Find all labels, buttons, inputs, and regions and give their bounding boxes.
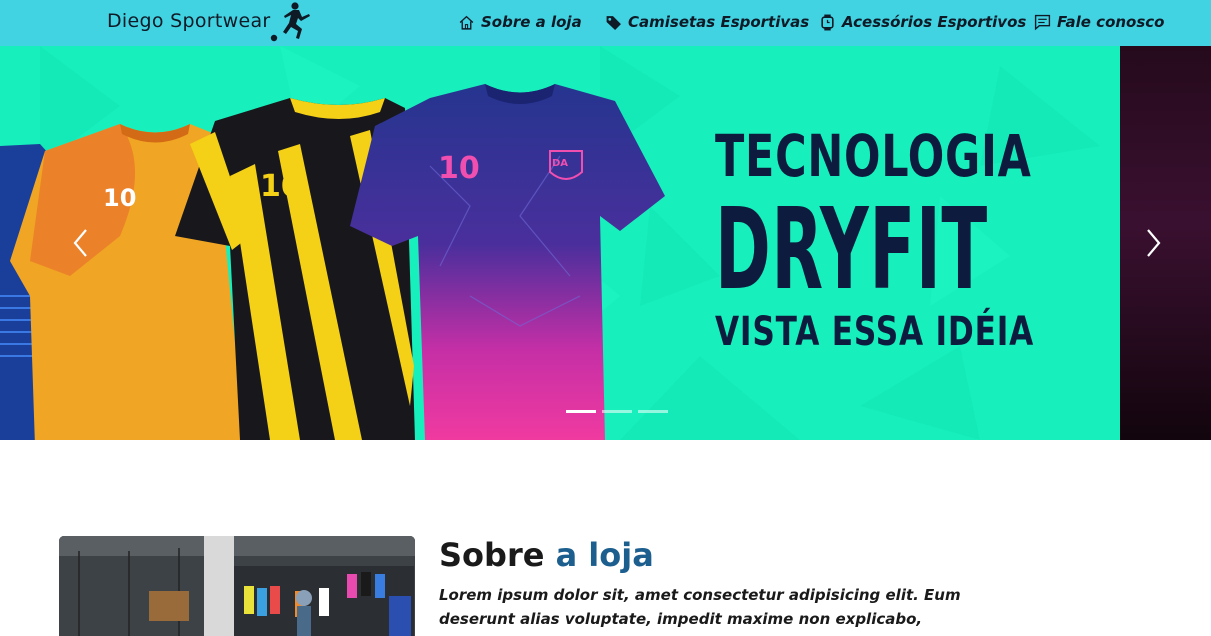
nav-label: Camisetas Esportivas [628,13,810,31]
carousel-indicator-1[interactable] [566,410,596,413]
hero-carousel: 10 10 10 DA TECNOLOGIA DRYFIT VISTA ESSA… [0,46,1211,440]
brand-name[interactable]: Diego Sportwear [107,10,271,32]
jersey-number: 10 [103,184,136,212]
nav-label: Acessórios Esportivos [842,13,1027,31]
jersey-number: 10 [438,151,480,186]
nav-camisetas-esportivas[interactable]: Camisetas Esportivas [605,11,809,33]
headline-vista-essa-ideia: VISTA ESSA IDÉIA [715,309,1035,355]
nav-label: Fale conosco [1057,13,1165,31]
smartwatch-icon [821,14,834,30]
carousel-prev-button[interactable] [66,226,96,260]
carousel-indicator-3[interactable] [638,410,668,413]
carousel-next-button[interactable] [1138,226,1168,260]
jersey-badge: DA [552,158,568,169]
tag-icon [606,15,621,30]
about-title-main: Sobre [439,536,545,574]
house-icon [459,15,474,30]
soccer-player-icon[interactable] [269,1,317,43]
nav-acessorios-esportivos[interactable]: Acessórios Esportivos [819,11,1026,33]
chevron-left-icon [73,229,87,257]
nav-fale-conosco[interactable]: Fale conosco [1034,11,1165,33]
headline-tecnologia: TECNOLOGIA [715,122,1032,190]
chat-icon [1034,14,1051,30]
headline-dryfit: DRYFIT [715,185,988,315]
about-title: Sobre a loja [439,536,654,574]
jersey-number: 10 [260,169,302,204]
about-title-accent: a loja [555,536,654,574]
nav-label: Sobre a loja [481,13,582,31]
about-description: Lorem ipsum dolor sit, amet consectetur … [439,586,961,636]
navbar: Diego Sportwear Sobre a loja Camisetas E… [0,0,1211,46]
store-photo [59,536,415,636]
carousel-indicator-2[interactable] [602,410,632,413]
nav-sobre-a-loja[interactable]: Sobre a loja [458,11,582,33]
chevron-right-icon [1147,229,1161,257]
carousel-indicators [566,410,668,413]
